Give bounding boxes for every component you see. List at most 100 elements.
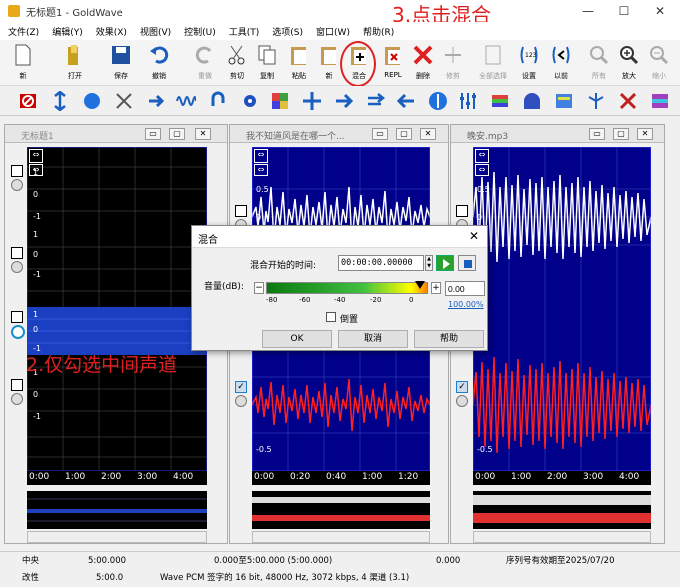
sw1-ch1-checkbox[interactable] <box>11 165 23 177</box>
sw2-ch2-checkbox-checked[interactable]: ✓ <box>235 381 247 393</box>
right-curve-arrow-icon[interactable] <box>146 91 166 111</box>
sw3-close-button[interactable]: ✕ <box>637 128 653 140</box>
sw1-loop-marker-icon[interactable]: ⇔ <box>29 149 43 163</box>
expand-arrows-icon[interactable] <box>302 91 322 111</box>
sw2-minimize-button[interactable]: ▭ <box>372 128 388 140</box>
equalizer-icon[interactable] <box>458 91 478 111</box>
replace-button[interactable]: REPL <box>376 43 410 85</box>
select-all-button[interactable]: 全部选择 <box>476 43 510 85</box>
updown-circle-icon[interactable] <box>428 91 448 111</box>
sw1-ch3-radio-selected[interactable] <box>11 325 25 339</box>
sw3-ch2-radio[interactable] <box>456 395 468 407</box>
sw3-minimize-button[interactable]: ▭ <box>589 128 605 140</box>
sw1-ch3-checkbox[interactable] <box>11 311 23 323</box>
gear-burst-icon[interactable] <box>240 91 260 111</box>
paste-button[interactable]: 粘贴 <box>282 43 316 85</box>
spectrogram-icon[interactable] <box>554 91 574 111</box>
stop-button[interactable] <box>458 255 476 271</box>
rainbow-bars-icon[interactable] <box>650 91 670 111</box>
zoom-out-button[interactable]: 缩小 <box>642 43 676 85</box>
menu-view[interactable]: 视图(V) <box>140 25 171 38</box>
sw2-h-scrollbar[interactable] <box>252 531 430 543</box>
copy-button[interactable]: 复制 <box>250 43 284 85</box>
right-arrow-icon[interactable] <box>334 91 354 111</box>
split-arrows-icon[interactable] <box>586 91 606 111</box>
sw2-loop-marker2-icon[interactable]: ⇔ <box>254 164 268 176</box>
volume-minus-button[interactable]: − <box>254 282 264 294</box>
menu-options[interactable]: 选项(S) <box>272 25 303 38</box>
sw3-overview[interactable] <box>473 491 651 529</box>
menu-window[interactable]: 窗口(W) <box>316 25 350 38</box>
double-right-arrow-icon[interactable] <box>366 91 386 111</box>
sw2-maximize-button[interactable]: ▢ <box>396 128 412 140</box>
close-button[interactable]: ✕ <box>640 0 680 22</box>
redo-button[interactable]: 重做 <box>188 43 222 85</box>
volume-db-input[interactable] <box>445 281 485 296</box>
sw1-waveform-area[interactable]: ⇔ ⇔ <box>27 147 207 471</box>
ok-button[interactable]: OK <box>262 330 332 348</box>
left-arrow-icon[interactable] <box>396 91 416 111</box>
zoom-in-button[interactable]: 放大 <box>612 43 646 85</box>
menu-tools[interactable]: 工具(T) <box>229 25 260 38</box>
spectrum-arc-icon[interactable] <box>522 91 542 111</box>
color-cube-icon[interactable] <box>270 91 290 111</box>
cut-button[interactable]: 剪切 <box>220 43 254 85</box>
sw1-ch1-radio[interactable] <box>11 179 23 191</box>
cross-y-icon[interactable] <box>114 91 134 111</box>
reverse-checkbox[interactable] <box>326 312 336 322</box>
play-button[interactable] <box>436 255 454 271</box>
previous-button[interactable]: 以前 <box>544 43 578 85</box>
mix-dialog-close-button[interactable]: ✕ <box>469 229 479 243</box>
help-button[interactable]: 帮助 <box>414 330 484 348</box>
sw2-close-button[interactable]: ✕ <box>420 128 436 140</box>
sw1-ch4-checkbox[interactable] <box>11 379 23 391</box>
sw1-maximize-button[interactable]: ▢ <box>169 128 185 140</box>
sw2-overview[interactable] <box>252 491 430 529</box>
sw1-ch2-checkbox[interactable] <box>11 247 23 259</box>
cancel-button[interactable]: 取消 <box>338 330 408 348</box>
set-button[interactable]: 123 设置 <box>512 43 546 85</box>
open-button[interactable]: 打开 <box>58 43 92 85</box>
sw3-loop-marker2-icon[interactable]: ⇔ <box>475 164 489 176</box>
menu-file[interactable]: 文件(Z) <box>8 25 39 38</box>
delete-button[interactable]: 删除 <box>406 43 440 85</box>
save-button[interactable]: 保存 <box>104 43 138 85</box>
minimize-button[interactable]: — <box>568 0 608 22</box>
menu-help[interactable]: 帮助(R) <box>363 25 394 38</box>
maximize-button[interactable]: ☐ <box>604 0 644 22</box>
sw1-close-button[interactable]: ✕ <box>195 128 211 140</box>
volume-plus-button[interactable]: + <box>431 282 441 294</box>
volume-slider[interactable] <box>266 281 428 294</box>
menu-control[interactable]: 控制(U) <box>184 25 216 38</box>
sw1-ch2-radio[interactable] <box>11 261 23 273</box>
sw1-minimize-button[interactable]: ▭ <box>145 128 161 140</box>
vertical-arrows-icon[interactable] <box>50 91 70 111</box>
color-bars-icon[interactable] <box>490 91 510 111</box>
sw3-h-scrollbar[interactable] <box>473 531 651 543</box>
undo-button[interactable]: 撤销 <box>142 43 176 85</box>
sw2-ch1-checkbox[interactable] <box>235 205 247 217</box>
start-time-input[interactable] <box>338 255 424 271</box>
sw1-ch4-radio[interactable] <box>11 393 23 405</box>
loop-arrow-icon[interactable] <box>208 91 228 111</box>
sw1-h-scrollbar[interactable] <box>27 531 207 543</box>
sw2-loop-marker-icon[interactable]: ⇔ <box>254 149 268 163</box>
stop-sign-icon[interactable] <box>18 91 38 111</box>
sw2-ch2-radio[interactable] <box>235 395 247 407</box>
sw3-ch2-checkbox-checked[interactable]: ✓ <box>456 381 468 393</box>
trim-button[interactable]: 修剪 <box>436 43 470 85</box>
start-time-spinner[interactable]: ▲ ▼ <box>425 255 433 271</box>
volume-percent-link[interactable]: 100.00% <box>448 300 484 309</box>
wave-icon[interactable] <box>176 91 196 111</box>
sw3-ch1-checkbox[interactable] <box>456 205 468 217</box>
sw3-maximize-button[interactable]: ▢ <box>613 128 629 140</box>
zoom-all-button[interactable]: 所有 <box>582 43 616 85</box>
new-button[interactable]: 新 <box>6 43 40 85</box>
red-cross-arrows-icon[interactable] <box>618 91 638 111</box>
blue-sphere-icon[interactable] <box>82 91 102 111</box>
menu-edit[interactable]: 编辑(Y) <box>52 25 83 38</box>
menu-effects[interactable]: 效果(X) <box>96 25 127 38</box>
sw1-overview[interactable] <box>27 491 207 529</box>
volume-slider-thumb[interactable] <box>415 281 425 289</box>
sw3-waveform-area[interactable]: ⇔ ⇔ 0.5 0 -0.5 <box>473 147 651 471</box>
